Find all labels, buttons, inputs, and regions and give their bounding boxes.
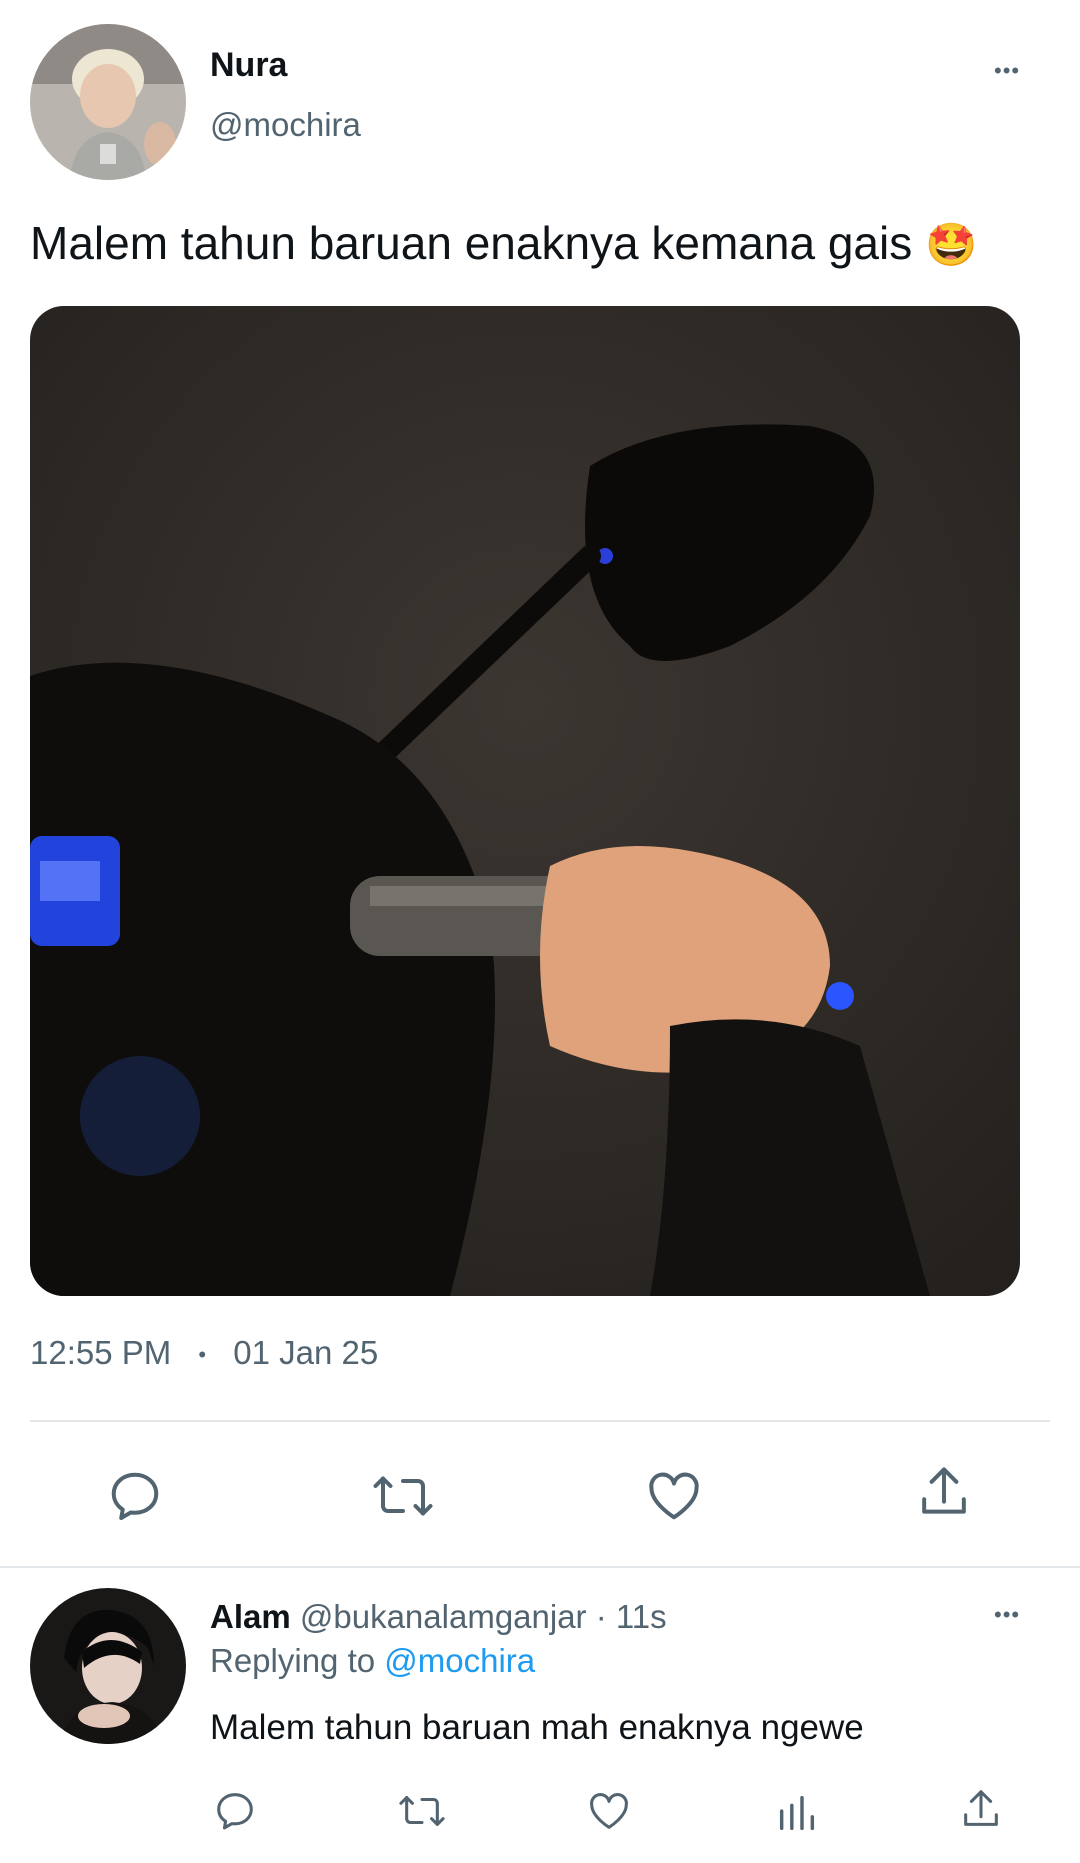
like-icon[interactable]: [644, 1466, 704, 1526]
tweet-more-button[interactable]: •••: [994, 58, 1020, 84]
tweet-date: 01 Jan 25: [233, 1334, 379, 1371]
reply-age: 11s: [615, 1598, 667, 1635]
replying-to-prefix: Replying to: [210, 1642, 376, 1679]
reply-retweet-icon[interactable]: [396, 1788, 448, 1834]
reply-dot: ·: [595, 1598, 607, 1635]
tweet-bottom-divider: [0, 1566, 1080, 1568]
tweet-text: Malem tahun baruan enaknya kemana gais 🤩: [30, 216, 977, 270]
replying-to: Replying to @mochira: [210, 1642, 535, 1680]
reply-text: Malem tahun baruan mah enaknya ngewe: [210, 1708, 864, 1747]
share-icon[interactable]: [914, 1462, 974, 1524]
reply-author-name[interactable]: Alam: [210, 1598, 291, 1635]
reply-reply-icon[interactable]: [212, 1788, 258, 1834]
timestamp-divider: [30, 1420, 1050, 1422]
reply-icon[interactable]: [105, 1466, 165, 1526]
star-struck-emoji: 🤩: [925, 221, 978, 268]
reply-header: Alam @bukanalamganjar · 11s: [210, 1598, 667, 1636]
reply-more-button[interactable]: •••: [994, 1602, 1020, 1628]
retweet-icon[interactable]: [370, 1466, 436, 1526]
reply-share-icon[interactable]: [958, 1786, 1004, 1834]
replying-to-handle[interactable]: @mochira: [384, 1642, 535, 1679]
reply-author-handle[interactable]: @bukanalamganjar: [300, 1598, 587, 1635]
tweet-time: 12:55 PM: [30, 1334, 172, 1371]
author-avatar[interactable]: [30, 24, 186, 180]
tweet-text-body: Malem tahun baruan enaknya kemana gais: [30, 217, 913, 269]
reply-analytics-icon[interactable]: [774, 1790, 820, 1836]
tweet-timestamp: 12:55 PM • 01 Jan 25: [30, 1334, 378, 1372]
tweet-photo[interactable]: [30, 306, 1020, 1296]
author-handle[interactable]: @mochira: [210, 106, 361, 144]
reply-like-icon[interactable]: [586, 1788, 632, 1834]
timestamp-separator: •: [198, 1342, 207, 1368]
author-name[interactable]: Nura: [210, 46, 287, 85]
reply-author-avatar[interactable]: [30, 1588, 186, 1744]
